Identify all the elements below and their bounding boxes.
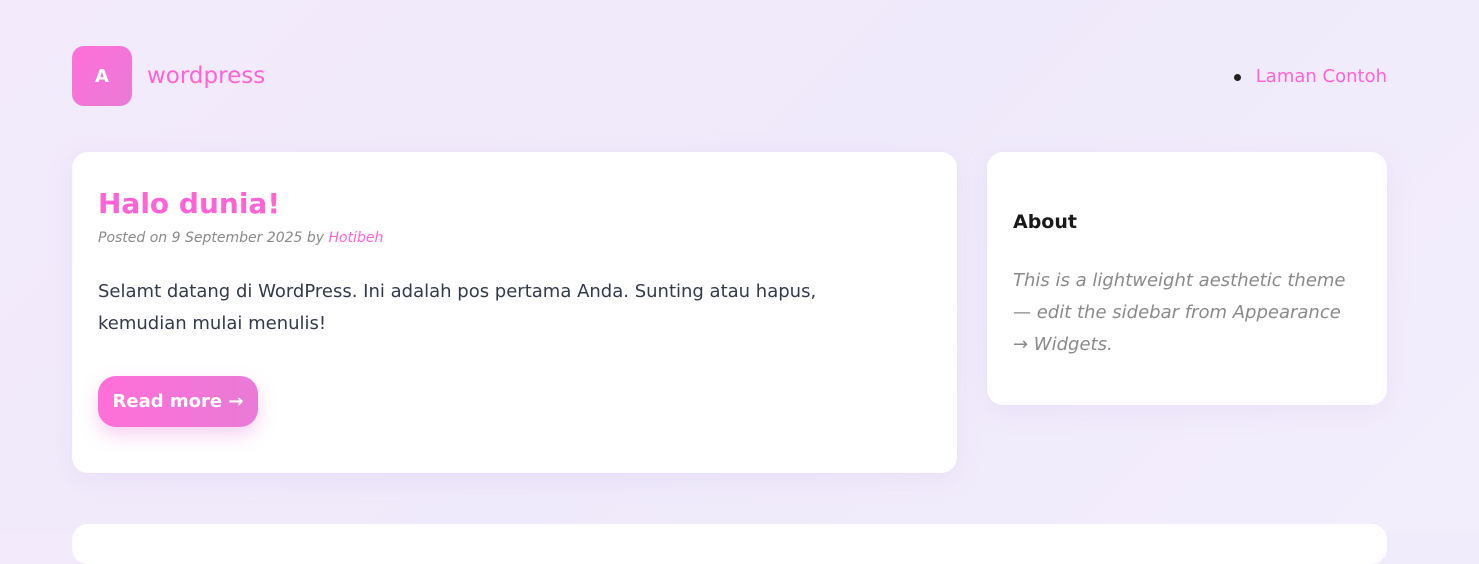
post-excerpt: Selamt datang di WordPress. Ini adalah p… xyxy=(98,281,817,334)
post-author-link[interactable]: Hotibeh xyxy=(329,230,384,246)
nav-bullet-icon xyxy=(1233,73,1241,81)
widget-text: This is a lightweight aesthetic theme — … xyxy=(1013,270,1346,355)
site-logo[interactable]: A xyxy=(72,46,132,106)
post-title[interactable]: Halo dunia! xyxy=(98,186,931,222)
post-card: Halo dunia! Posted on 9 September 2025 b… xyxy=(72,152,957,473)
primary-nav: Laman Contoh xyxy=(1233,64,1387,90)
widget-title: About xyxy=(1013,211,1077,233)
post-meta-prefix: Posted on 9 September 2025 by xyxy=(98,230,329,246)
logo-letter: A xyxy=(95,65,109,87)
post-meta: Posted on 9 September 2025 by Hotibeh xyxy=(98,228,931,248)
site-header: A wordpress Laman Contoh xyxy=(72,46,1387,106)
nav-item-laman-contoh[interactable]: Laman Contoh xyxy=(1256,64,1387,90)
site-title-link[interactable]: wordpress xyxy=(147,60,265,92)
next-post-card xyxy=(72,524,1387,564)
sidebar-widget-about: About This is a lightweight aesthetic th… xyxy=(987,152,1387,405)
read-more-button[interactable]: Read more → xyxy=(98,376,258,427)
